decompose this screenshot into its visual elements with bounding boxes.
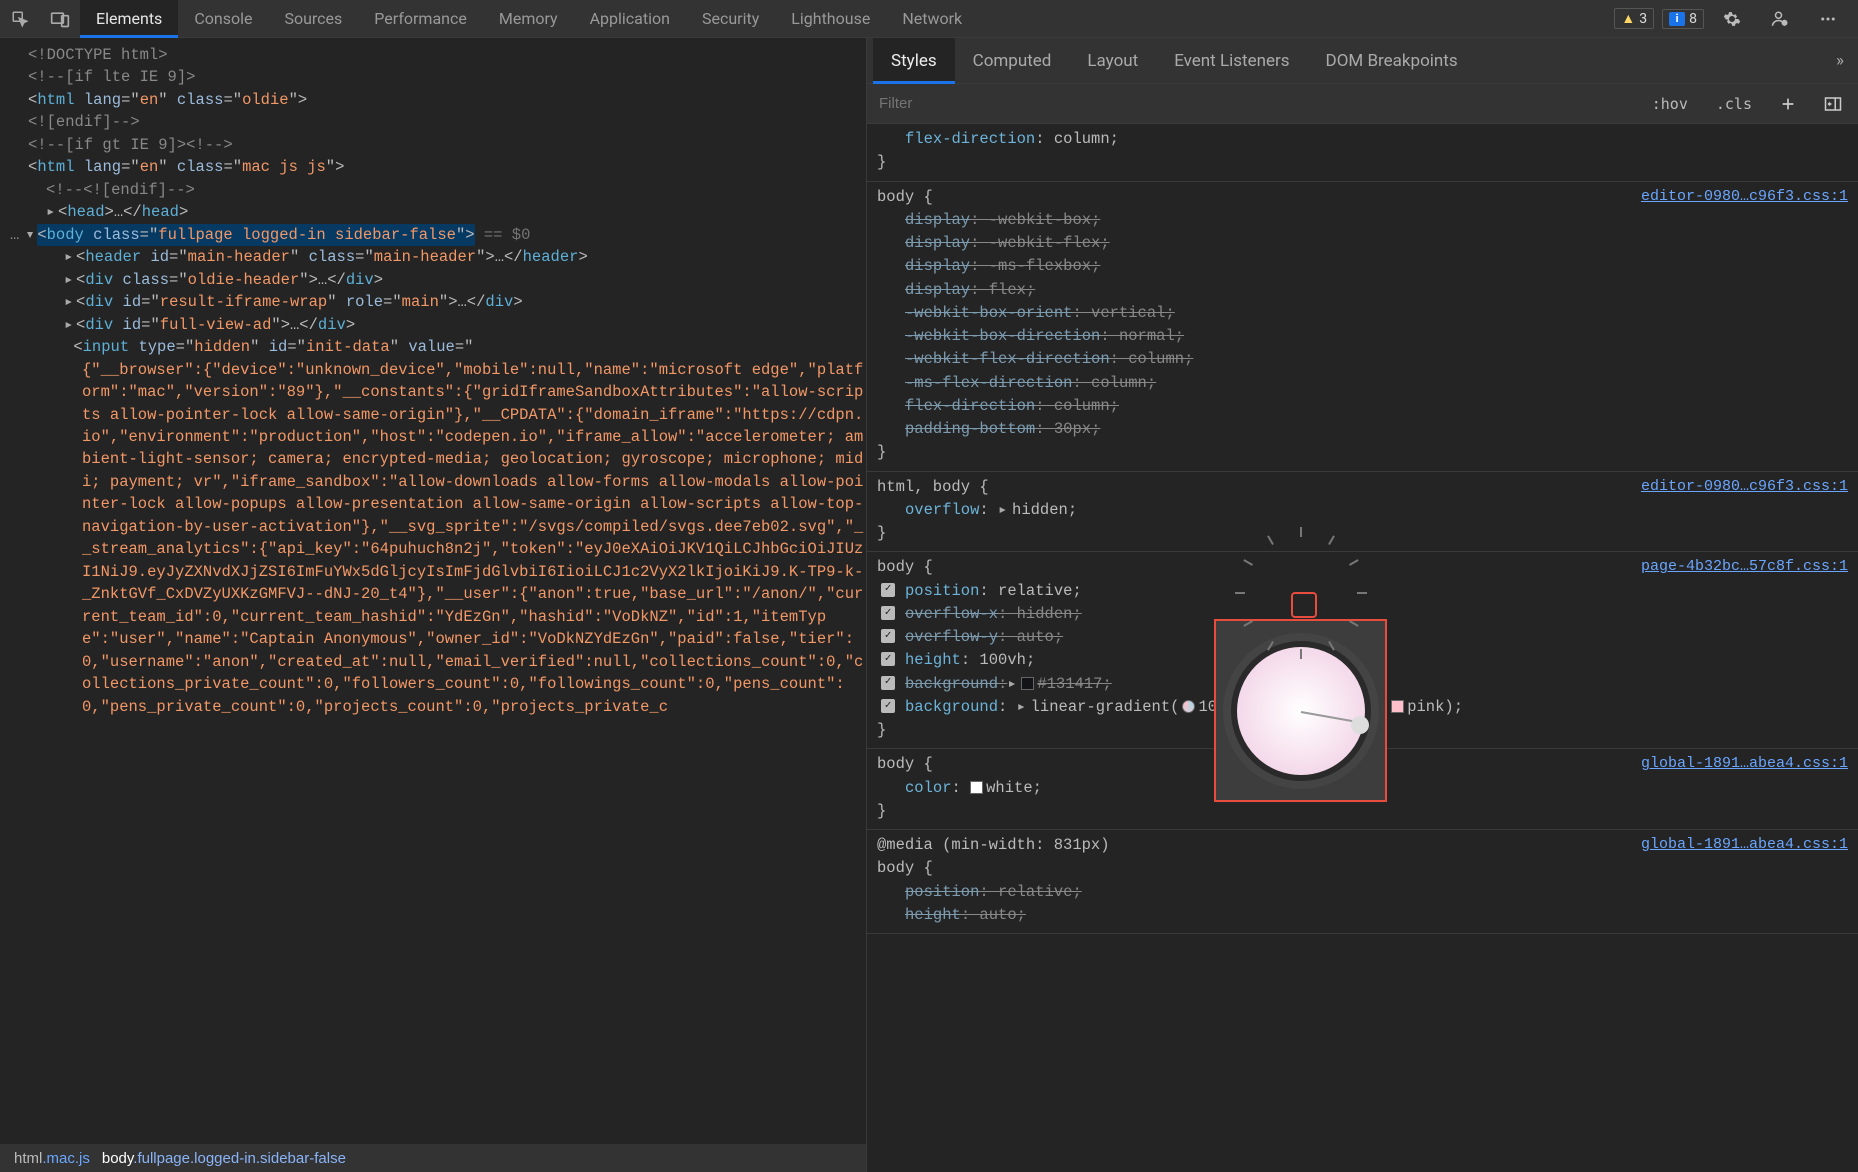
crumb-body[interactable]: body.fullpage.logged-in.sidebar-false bbox=[96, 1150, 352, 1167]
property-checkbox[interactable]: ✓ bbox=[881, 676, 895, 690]
account-icon[interactable] bbox=[1760, 0, 1800, 37]
tab-security[interactable]: Security bbox=[686, 0, 775, 37]
new-style-rule-icon[interactable] bbox=[1772, 92, 1804, 116]
info-badge[interactable]: i8 bbox=[1662, 9, 1704, 29]
warnings-badge[interactable]: ▲3 bbox=[1614, 8, 1654, 29]
source-link[interactable]: editor-0980…c96f3.css:1 bbox=[1641, 186, 1848, 209]
comment: <![endif]--> bbox=[28, 113, 140, 131]
tab-console[interactable]: Console bbox=[178, 0, 268, 37]
tab-application[interactable]: Application bbox=[574, 0, 686, 37]
angle-dial[interactable] bbox=[1231, 641, 1371, 781]
comment: <!--[if lte IE 9]> bbox=[28, 68, 195, 86]
expand-caret-icon[interactable]: ▸ bbox=[998, 499, 1012, 522]
styles-filter-bar: :hov .cls bbox=[867, 84, 1858, 124]
tab-event-listeners[interactable]: Event Listeners bbox=[1156, 38, 1307, 83]
expand-caret-icon[interactable]: ▸ bbox=[64, 314, 76, 336]
comment: <!--<![endif]--> bbox=[46, 181, 195, 199]
tab-lighthouse[interactable]: Lighthouse bbox=[775, 0, 886, 37]
source-link[interactable]: global-1891…abea4.css:1 bbox=[1641, 834, 1848, 857]
selected-body-element[interactable]: <body class="fullpage logged-in sidebar-… bbox=[37, 224, 474, 246]
doctype: <!DOCTYPE html> bbox=[28, 46, 168, 64]
property-checkbox[interactable]: ✓ bbox=[881, 629, 895, 643]
color-swatch[interactable] bbox=[970, 781, 983, 794]
inspect-element-icon[interactable] bbox=[0, 0, 40, 37]
property-checkbox[interactable]: ✓ bbox=[881, 652, 895, 666]
init-data-value: {"__browser":{"device":"unknown_device",… bbox=[10, 359, 866, 719]
expand-caret-icon[interactable]: ▾ bbox=[25, 224, 37, 246]
cls-toggle[interactable]: .cls bbox=[1708, 91, 1760, 117]
expand-caret-icon[interactable]: ▸ bbox=[64, 269, 76, 291]
styles-filter-input[interactable] bbox=[879, 95, 1507, 112]
tab-styles[interactable]: Styles bbox=[873, 38, 955, 83]
expand-caret-icon[interactable]: ▸ bbox=[46, 201, 58, 223]
angle-knob[interactable] bbox=[1351, 716, 1369, 734]
style-rule[interactable]: @media (min-width: 831px) global-1891…ab… bbox=[867, 830, 1858, 934]
source-link[interactable]: editor-0980…c96f3.css:1 bbox=[1641, 476, 1848, 499]
color-swatch[interactable] bbox=[1021, 677, 1034, 690]
style-rule[interactable]: flex-direction: column; } bbox=[867, 124, 1858, 182]
styles-sidebar-tabs: Styles Computed Layout Event Listeners D… bbox=[867, 38, 1858, 84]
tab-sources[interactable]: Sources bbox=[268, 0, 358, 37]
dom-tree[interactable]: <!DOCTYPE html> <!--[if lte IE 9]> <html… bbox=[0, 38, 866, 1144]
more-icon[interactable] bbox=[1808, 0, 1848, 37]
tab-dom-breakpoints[interactable]: DOM Breakpoints bbox=[1308, 38, 1476, 83]
expand-caret-icon[interactable]: ▸ bbox=[1007, 673, 1021, 696]
expand-caret-icon[interactable]: ▸ bbox=[64, 291, 76, 313]
more-tabs-icon[interactable]: » bbox=[1822, 51, 1858, 71]
expand-caret-icon[interactable]: ▸ bbox=[1017, 696, 1031, 719]
source-link[interactable]: page-4b32bc…57c8f.css:1 bbox=[1641, 556, 1848, 579]
hov-toggle[interactable]: :hov bbox=[1644, 91, 1696, 117]
devtools-main-tabs: Elements Console Sources Performance Mem… bbox=[0, 0, 1858, 38]
angle-swatch[interactable] bbox=[1182, 700, 1195, 713]
tab-performance[interactable]: Performance bbox=[358, 0, 483, 37]
device-toolbar-icon[interactable] bbox=[40, 0, 80, 37]
tab-layout[interactable]: Layout bbox=[1069, 38, 1156, 83]
toggle-sidebar-icon[interactable] bbox=[1816, 92, 1850, 116]
tab-computed[interactable]: Computed bbox=[955, 38, 1070, 83]
comment: <!--[if gt IE 9]><!--> bbox=[28, 136, 233, 154]
property-checkbox[interactable]: ✓ bbox=[881, 699, 895, 713]
style-rule[interactable]: editor-0980…c96f3.css:1 body { display: … bbox=[867, 182, 1858, 472]
style-rule[interactable]: editor-0980…c96f3.css:1 html, body { ove… bbox=[867, 472, 1858, 553]
warnings-count: 3 bbox=[1639, 11, 1647, 27]
breadcrumb: html.mac.js body.fullpage.logged-in.side… bbox=[0, 1144, 866, 1172]
info-count: 8 bbox=[1689, 11, 1697, 27]
source-link[interactable]: global-1891…abea4.css:1 bbox=[1641, 753, 1848, 776]
tab-memory[interactable]: Memory bbox=[483, 0, 574, 37]
tab-network[interactable]: Network bbox=[886, 0, 978, 37]
tab-elements[interactable]: Elements bbox=[80, 0, 178, 37]
property-checkbox[interactable]: ✓ bbox=[881, 583, 895, 597]
crumb-html[interactable]: html.mac.js bbox=[8, 1150, 96, 1167]
color-swatch[interactable] bbox=[1391, 700, 1404, 713]
property-checkbox[interactable]: ✓ bbox=[881, 606, 895, 620]
angle-picker-popover[interactable] bbox=[1214, 619, 1387, 802]
settings-icon[interactable] bbox=[1712, 0, 1752, 37]
expand-caret-icon[interactable]: ▸ bbox=[64, 246, 76, 268]
